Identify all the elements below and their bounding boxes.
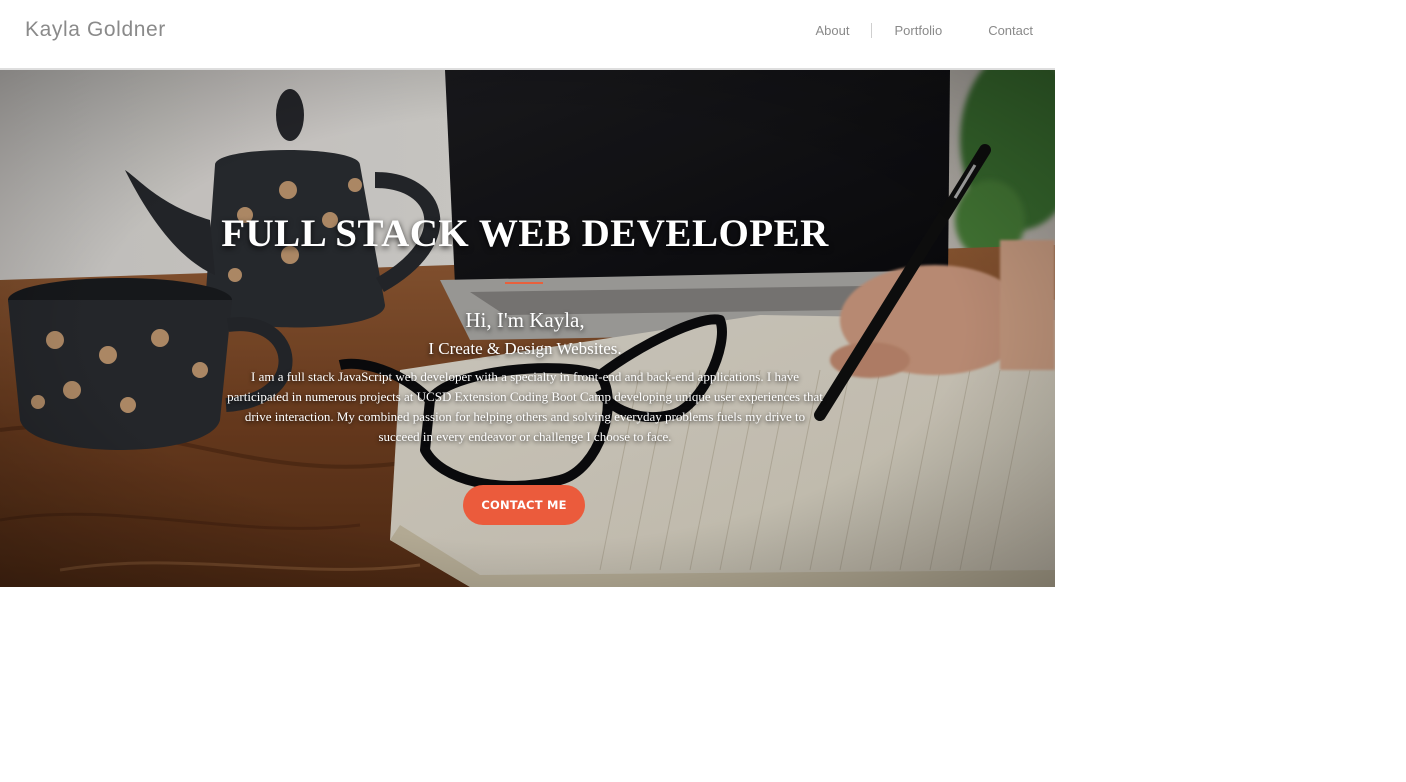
hero-title: FULL STACK WEB DEVELOPER <box>221 212 829 255</box>
brand-logo-text[interactable]: Kayla Goldner <box>25 18 166 42</box>
hero-greeting: Hi, I'm Kayla, <box>465 308 585 332</box>
contact-me-button[interactable]: CONTACT ME <box>463 485 585 525</box>
main-nav: About Portfolio Contact <box>816 22 1033 39</box>
nav-divider <box>871 23 873 38</box>
nav-link-about[interactable]: About <box>816 22 850 39</box>
hero-tagline: I Create & Design Websites. <box>428 339 622 358</box>
site-header: Kayla Goldner About Portfolio Contact <box>0 0 1055 70</box>
hero-accent-divider <box>505 282 543 284</box>
hero-bio: I am a full stack JavaScript web develop… <box>227 369 823 444</box>
hero-section: FULL STACK WEB DEVELOPER Hi, I'm Kayla, … <box>0 70 1055 587</box>
nav-link-contact[interactable]: Contact <box>988 22 1033 39</box>
nav-link-portfolio[interactable]: Portfolio <box>894 22 942 39</box>
page: Kayla Goldner About Portfolio Contact FU… <box>0 0 1055 587</box>
hero-content: FULL STACK WEB DEVELOPER Hi, I'm Kayla, … <box>0 70 1055 587</box>
